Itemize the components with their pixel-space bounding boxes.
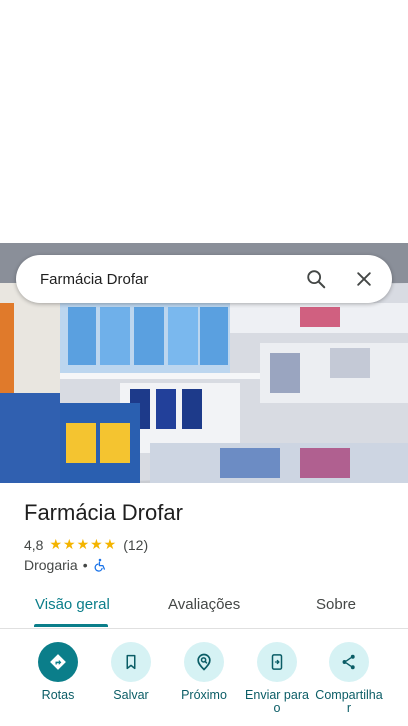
- share-icon-circle: [329, 642, 369, 682]
- tab-bar: Visão geral Avaliações Sobre: [0, 582, 408, 629]
- nearby-icon-circle: [184, 642, 224, 682]
- directions-icon: [50, 654, 66, 670]
- search-input[interactable]: Farmácia Drofar: [16, 271, 292, 288]
- save-icon-circle: [111, 642, 151, 682]
- send-to-phone-icon: [271, 654, 283, 670]
- nearby-search-icon: [197, 653, 211, 671]
- close-icon: [357, 272, 371, 286]
- map-area[interactable]: [0, 0, 408, 243]
- rating-stars: ★★★★★: [49, 536, 118, 552]
- send-to-phone-label: Enviar para o: [245, 688, 309, 715]
- separator: •: [82, 557, 88, 573]
- rating-value: 4,8: [24, 536, 44, 553]
- send-to-phone-icon-circle: [257, 642, 297, 682]
- bookmark-icon: [126, 654, 136, 670]
- search-bar[interactable]: Farmácia Drofar: [16, 255, 392, 303]
- save-label: Salvar: [113, 688, 149, 702]
- send-to-phone-button[interactable]: Enviar para o: [241, 642, 313, 715]
- category-row: Drogaria •: [24, 557, 107, 573]
- wheelchair-accessible-icon: [94, 558, 105, 572]
- tab-reviews[interactable]: Avaliações: [168, 596, 240, 613]
- search-icon: [307, 270, 326, 289]
- clear-button[interactable]: [340, 255, 388, 303]
- nearby-label: Próximo: [181, 688, 227, 702]
- directions-button[interactable]: Rotas: [22, 642, 94, 702]
- save-button[interactable]: Salvar: [95, 642, 167, 702]
- tab-about[interactable]: Sobre: [316, 596, 356, 613]
- share-icon: [342, 654, 355, 670]
- review-count: (12): [123, 536, 149, 553]
- tab-overview[interactable]: Visão geral: [35, 596, 110, 613]
- search-button[interactable]: [292, 255, 340, 303]
- share-button[interactable]: Compartilha r: [313, 642, 385, 715]
- place-title: Farmácia Drofar: [24, 500, 183, 525]
- directions-icon-circle: [38, 642, 78, 682]
- active-tab-indicator: [34, 624, 108, 627]
- directions-label: Rotas: [41, 688, 75, 702]
- nearby-button[interactable]: Próximo: [168, 642, 240, 702]
- rating-row[interactable]: 4,8 ★★★★★ (12): [24, 536, 148, 553]
- category-label: Drogaria: [24, 557, 78, 573]
- share-label: Compartilha r: [315, 688, 383, 715]
